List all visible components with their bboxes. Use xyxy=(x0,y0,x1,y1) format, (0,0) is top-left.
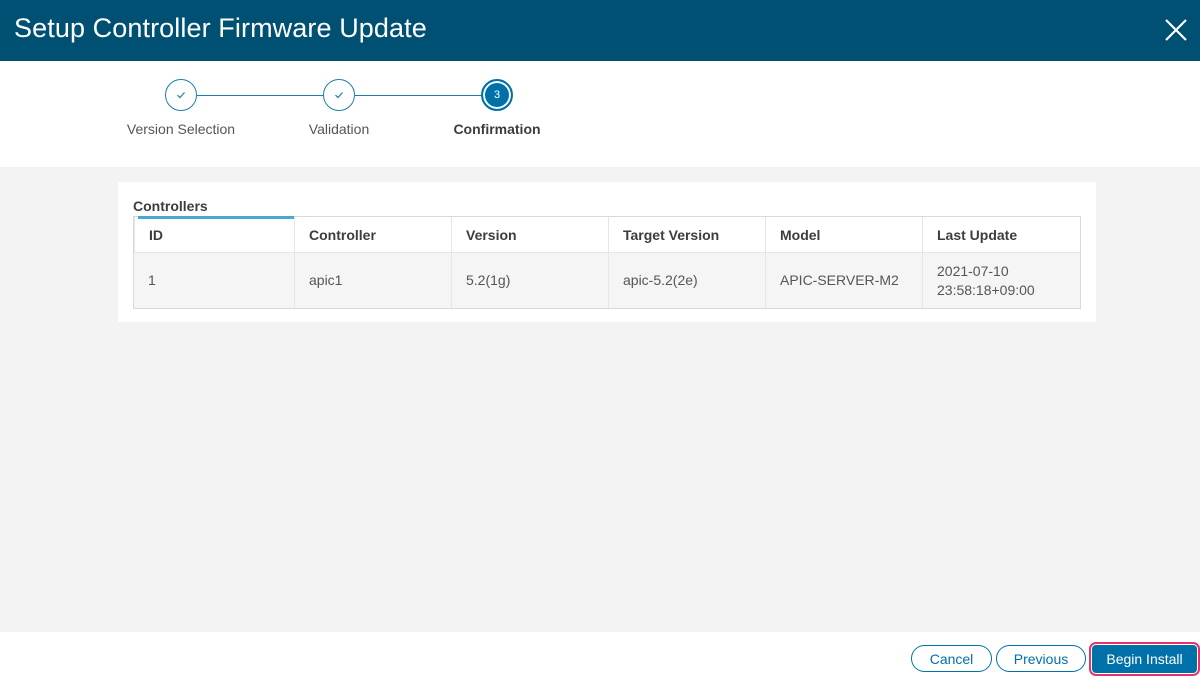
column-header-target-version[interactable]: Target Version xyxy=(608,217,765,252)
step-1-indicator xyxy=(165,79,197,111)
check-icon xyxy=(335,92,343,99)
cell-model: APIC-SERVER-M2 xyxy=(765,253,922,308)
step-connector xyxy=(197,95,324,96)
column-header-id[interactable]: ID xyxy=(134,217,294,252)
close-icon[interactable] xyxy=(1162,16,1190,44)
step-connector xyxy=(355,95,482,96)
cell-version: 5.2(1g) xyxy=(451,253,608,308)
step-label-version-selection: Version Selection xyxy=(126,121,236,137)
dialog-title: Setup Controller Firmware Update xyxy=(14,13,427,43)
table-header: ID Controller Version Target Version Mod… xyxy=(134,216,1080,252)
table-row: 1 apic1 5.2(1g) apic-5.2(2e) APIC-SERVER… xyxy=(134,252,1080,308)
header-accent-bar xyxy=(138,216,294,219)
step-2-indicator xyxy=(323,79,355,111)
column-header-last-update[interactable]: Last Update xyxy=(922,217,1080,252)
cell-controller: apic1 xyxy=(294,253,451,308)
column-header-version[interactable]: Version xyxy=(451,217,608,252)
controllers-panel: Controllers ID Controller Version Target… xyxy=(118,182,1096,322)
check-icon xyxy=(177,92,185,99)
section-title: Controllers xyxy=(133,198,208,214)
cell-id: 1 xyxy=(148,272,156,288)
step-label-validation: Validation xyxy=(308,121,370,137)
last-update-time: 23:58:18+09:00 xyxy=(937,281,1035,298)
column-header-controller[interactable]: Controller xyxy=(294,217,451,252)
begin-install-button[interactable]: Begin Install xyxy=(1089,642,1200,676)
previous-button[interactable]: Previous xyxy=(996,645,1086,672)
column-header-model[interactable]: Model xyxy=(765,217,922,252)
step-label-confirmation: Confirmation xyxy=(453,121,541,137)
dialog-header: Setup Controller Firmware Update xyxy=(0,0,1200,61)
step-3-indicator: 3 xyxy=(481,79,513,111)
step-number: 3 xyxy=(493,89,501,101)
cell-last-update: 2021-07-10 23:58:18+09:00 xyxy=(922,253,1080,308)
stepper xyxy=(0,61,1200,167)
cell-target-version: apic-5.2(2e) xyxy=(608,253,765,308)
controllers-table: ID Controller Version Target Version Mod… xyxy=(133,216,1081,309)
last-update-date: 2021-07-10 xyxy=(937,262,1009,279)
cancel-button[interactable]: Cancel xyxy=(911,645,992,672)
